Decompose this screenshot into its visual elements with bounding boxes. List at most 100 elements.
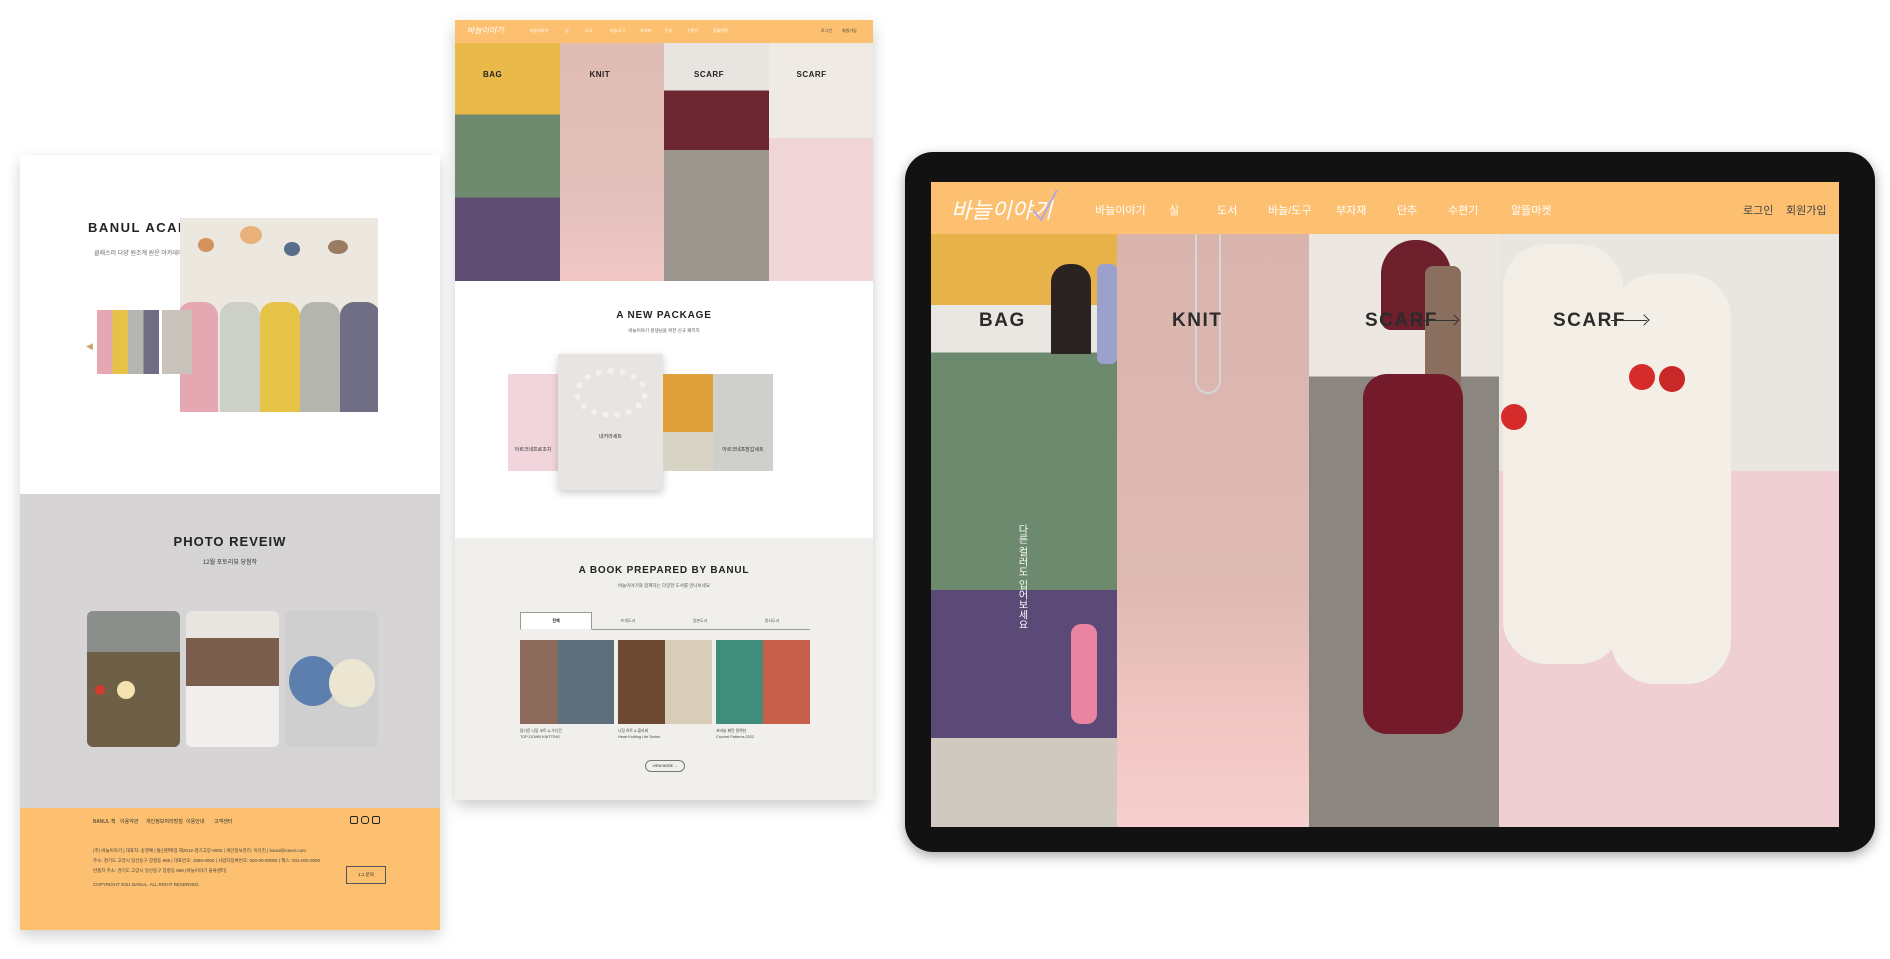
- yarn-bow-brown: [328, 240, 348, 254]
- footer: BANUL 책 이용약관 개인정보처리방침 이용안내 고객센터 (주) 바늘이야…: [20, 808, 440, 930]
- book-tab-japan[interactable]: 일본도서: [664, 612, 736, 630]
- package-card-1[interactable]: 아르크네프로조치: [508, 374, 558, 471]
- tablet-signup-link[interactable]: 회원가입: [1786, 202, 1826, 218]
- hero-panel-bag[interactable]: BAG 다른 컬러도 입어보세요: [931, 234, 1117, 827]
- academy-thumb-1[interactable]: [97, 310, 159, 374]
- mini-hero-scarf[interactable]: SCARF: [664, 43, 769, 281]
- mini-hero-knit[interactable]: KNIT: [559, 43, 664, 281]
- tablet-nav-item-1[interactable]: 바늘이야기: [1095, 202, 1146, 218]
- review-card-bags[interactable]: [285, 611, 378, 747]
- mini-nav-item-5[interactable]: 부자재: [640, 28, 651, 34]
- tablet-nav-item-7[interactable]: 수편기: [1448, 202, 1478, 218]
- cherry-pompom-left: [1501, 404, 1527, 430]
- mini-hero-label-scarf-2: SCARF: [796, 70, 827, 79]
- inquiry-button[interactable]: 1:1 문의: [346, 866, 386, 884]
- yarn-bow-blue: [284, 242, 300, 256]
- footer-nav-4[interactable]: 이용안내: [186, 818, 204, 825]
- bag-pink-pouch: [1071, 624, 1097, 724]
- tablet-nav-item-5[interactable]: 부자재: [1336, 202, 1366, 218]
- view-more-button[interactable]: VIEW MORE →: [645, 760, 685, 772]
- book-tab-all[interactable]: 전체: [520, 612, 592, 630]
- package-card-featured[interactable]: 네카라세트: [558, 354, 663, 490]
- package-card-4[interactable]: 아르크네프장갑세트: [713, 374, 773, 471]
- book-tabs: 전체 뜨개도서 일본도서 원서도서: [520, 612, 810, 630]
- yarn-photo[interactable]: [180, 218, 378, 412]
- review-card-vest[interactable]: [186, 611, 279, 747]
- footer-line-3: 반품지 주소: 경기도 고양시 일산동구 장항동 869 (바늘이야기 물류센터…: [93, 868, 227, 873]
- yarn-skein-purple: [340, 302, 378, 412]
- mini-nav-item-7[interactable]: 수편기: [687, 28, 698, 34]
- yarn-skein-yellow: [260, 302, 300, 412]
- hero-panel-scarf[interactable]: SCARF: [1309, 234, 1499, 827]
- hero-label-knit: KNIT: [1172, 310, 1223, 331]
- book-tab-knit[interactable]: 뜨개도서: [592, 612, 664, 630]
- footer-line-1: (주) 바늘이야기 | 대표자: 송영예 | 통신판매업 제2012-경기고양-…: [93, 848, 306, 853]
- review-title: PHOTO REVEIW: [173, 534, 287, 549]
- cherry-pompom-1: [1629, 364, 1655, 390]
- footer-nav-5[interactable]: 고객센터: [214, 818, 232, 825]
- mini-nav-item-4[interactable]: 바늘/도구: [610, 28, 626, 34]
- tablet-nav-item-3[interactable]: 도서: [1217, 202, 1237, 218]
- tablet-nav-item-6[interactable]: 단추: [1397, 202, 1417, 218]
- mitten-arrow-icon[interactable]: [1611, 320, 1647, 321]
- tablet-nav-bar: 바늘이야기 바늘이야기 실 도서 바늘/도구 부자재 단추 수편기 알뜰마켓 로…: [931, 182, 1839, 234]
- mini-nav-item-2[interactable]: 실: [565, 28, 569, 34]
- review-card-baskets[interactable]: [87, 611, 180, 747]
- footer-nav-1[interactable]: BANUL 책: [93, 818, 115, 825]
- package-card-3[interactable]: [663, 374, 713, 471]
- package-label-2: 네카라세트: [598, 434, 622, 440]
- mini-nav-item-8[interactable]: 알뜰마켓: [713, 28, 728, 34]
- mini-hero-label-scarf: SCARF: [694, 70, 725, 79]
- mini-nav-item-6[interactable]: 단추: [665, 28, 672, 34]
- hero-label-bag: BAG: [979, 310, 1026, 331]
- instagram-icon[interactable]: [361, 816, 369, 824]
- mini-hero-mitten[interactable]: SCARF: [768, 43, 873, 281]
- tablet-nav-item-2[interactable]: 실: [1169, 202, 1179, 218]
- tablet-nav-item-8[interactable]: 알뜰마켓: [1511, 202, 1551, 218]
- academy-thumb-2[interactable]: [162, 310, 192, 374]
- book-card-1[interactable]: [520, 640, 614, 724]
- hero-panel-mitten[interactable]: SCARF: [1499, 234, 1839, 827]
- book-card-3[interactable]: [716, 640, 810, 724]
- mitten-right: [1611, 274, 1731, 684]
- mini-hero: BAG KNIT SCARF SCARF: [455, 43, 873, 281]
- tablet-screen: 바늘이야기 바늘이야기 실 도서 바늘/도구 부자재 단추 수편기 알뜰마켓 로…: [931, 182, 1839, 827]
- book-tab-foreign[interactable]: 원서도서: [736, 612, 808, 630]
- book-section: A BOOK PREPARED BY BANUL 바늘이야기와 함께하는 다양한…: [455, 538, 873, 800]
- prev-arrow-icon[interactable]: ◀: [86, 341, 93, 352]
- academy-subtitle: 클래스러 다양 원조계 원운 아카데미: [94, 251, 184, 257]
- scarf-arrow-icon[interactable]: [1421, 320, 1457, 321]
- mini-hero-bag[interactable]: BAG: [455, 43, 560, 281]
- mini-login-link[interactable]: 로그인: [821, 28, 832, 34]
- book-caption-1: 탑다운 니팅 코트 & 가디건 TOP-DOWN KNITTING: [520, 729, 562, 739]
- mini-signup-link[interactable]: 회원가입: [842, 28, 857, 34]
- tablet-hero: BAG 다른 컬러도 입어보세요 KNIT SCARF SCARF: [931, 234, 1839, 827]
- book-subtitle: 바늘이야기와 함께하는 다양한 도서를 만나보세요: [618, 583, 710, 588]
- hero-panel-knit[interactable]: KNIT: [1117, 234, 1309, 827]
- hero-label-scarf-2: SCARF: [1553, 310, 1626, 331]
- footer-nav-2[interactable]: 이용약관: [120, 818, 138, 825]
- scarf-red: [1363, 374, 1463, 734]
- book-title: A BOOK PREPARED BY BANUL: [578, 565, 750, 576]
- photo-review-section: PHOTO REVEIW 12월 포토리뷰 당첨작: [20, 494, 440, 808]
- book-card-2[interactable]: [618, 640, 712, 724]
- mini-logo[interactable]: 바늘이야기: [467, 25, 504, 36]
- footer-nav-3[interactable]: 개인정보처리방침: [146, 818, 183, 825]
- package-label-3: 아르크네프장갑세트: [722, 447, 764, 453]
- tablet-login-link[interactable]: 로그인: [1743, 202, 1773, 218]
- package-title: A NEW PACKAGE: [616, 310, 712, 321]
- footer-line-2: 주소: 경기도 고양시 일산동구 장항동 869 | 대표번호: 1588-00…: [93, 858, 321, 863]
- mini-nav-bar: 바늘이야기 바늘이야기 실 도서 바늘/도구 부자재 단추 수편기 알뜰마켓 로…: [455, 20, 873, 43]
- mini-nav-item-3[interactable]: 도서: [585, 28, 592, 34]
- youtube-icon[interactable]: [350, 816, 358, 824]
- blog-icon[interactable]: [372, 816, 380, 824]
- logo-check-icon: [1032, 189, 1058, 222]
- cherry-pompom-2: [1659, 366, 1685, 392]
- book-caption-3: 코바늘 패턴 컬렉션 Crochet Patterns 2022: [716, 729, 754, 739]
- tablet-nav-item-4[interactable]: 바늘/도구: [1268, 202, 1312, 218]
- mini-hero-label-knit: KNIT: [589, 70, 611, 79]
- yarn-bow-peach: [240, 226, 262, 244]
- mini-nav-item-1[interactable]: 바늘이야기: [530, 28, 548, 34]
- package-subtitle: 바늘이야기 원생님을 위한 신규 패키지: [628, 328, 700, 333]
- bag-caption: 다른 컬러도 입어보세요: [1016, 524, 1027, 630]
